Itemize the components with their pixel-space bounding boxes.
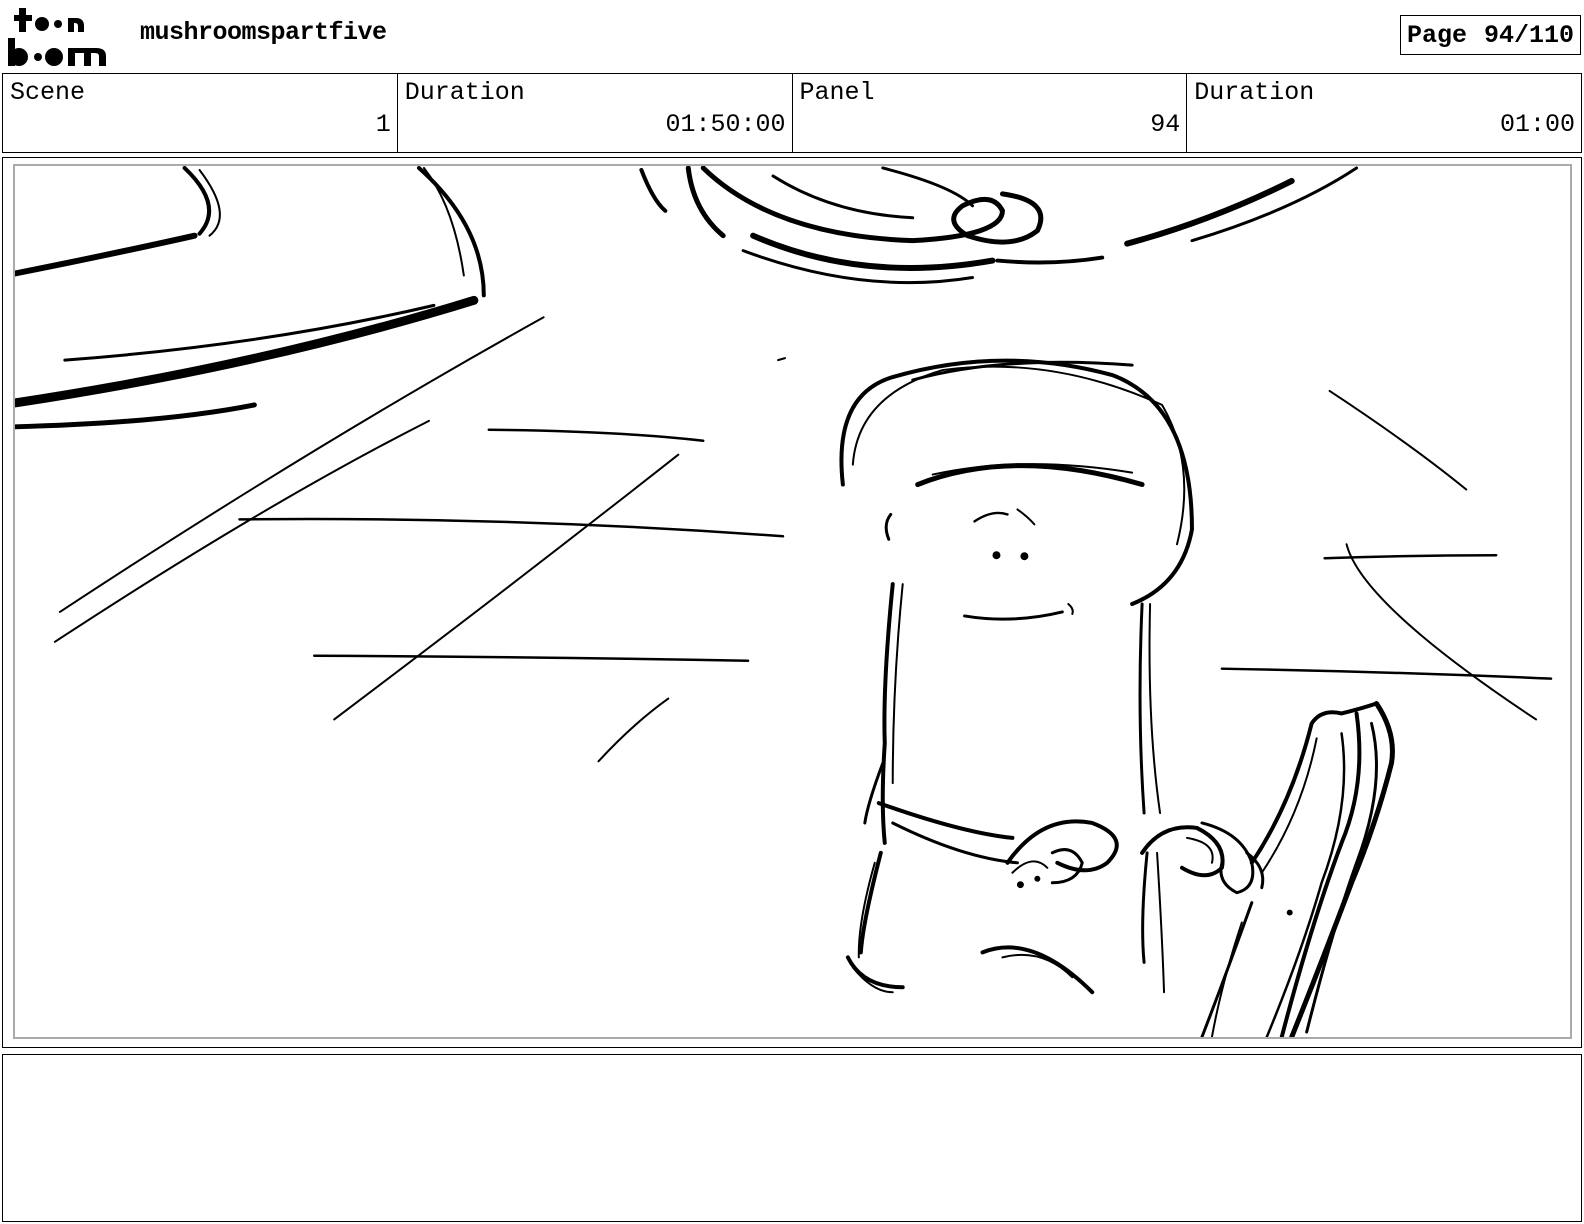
scene-number: 1: [375, 110, 391, 139]
panel-cell: Panel 94: [793, 74, 1188, 152]
scene-label: Scene: [10, 78, 86, 107]
storyboard-sketch: [15, 166, 1553, 1037]
scene-cell: Scene 1: [3, 74, 398, 152]
page-indicator: Page 94/110: [1400, 15, 1581, 55]
scene-duration-value: 01:50:00: [665, 110, 786, 139]
panel-duration-cell: Duration 01:00: [1187, 74, 1581, 152]
panel-duration-value: 01:00: [1499, 110, 1575, 139]
panel-drawing-area: [13, 164, 1572, 1039]
panel-label: Panel: [799, 78, 875, 107]
toon-boom-logo: [8, 8, 106, 66]
project-title: mushroomspartfive: [140, 18, 387, 47]
panel-notes-area: [2, 1054, 1582, 1222]
scene-duration-cell: Duration 01:50:00: [398, 74, 793, 152]
storyboard-panel: [2, 157, 1582, 1048]
scene-duration-label: Duration: [404, 78, 525, 107]
scene-info-table: Scene 1 Duration 01:50:00 Panel 94 Durat…: [2, 73, 1582, 153]
panel-duration-label: Duration: [1194, 78, 1315, 107]
page-number: 94/110: [1483, 20, 1574, 50]
panel-number: 94: [1150, 110, 1181, 139]
page-label: Page: [1407, 20, 1468, 50]
